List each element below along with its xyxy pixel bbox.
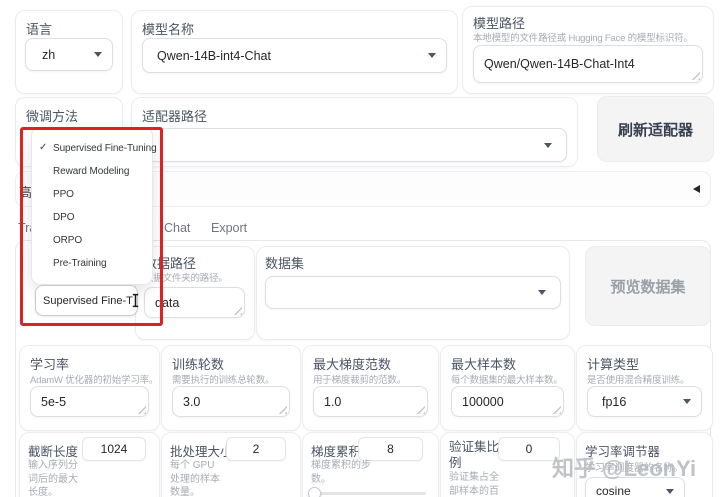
data-dir-description: 数据文件夹的路径。 bbox=[144, 273, 228, 284]
epochs-input[interactable]: 3.0 bbox=[172, 386, 290, 417]
chevron-down-icon bbox=[666, 488, 674, 494]
grad-accum-slider-handle[interactable] bbox=[308, 487, 321, 497]
chevron-down-icon bbox=[428, 53, 436, 58]
language-card: 语言 zh bbox=[15, 10, 123, 94]
chevron-down-icon bbox=[94, 52, 102, 57]
training-stage-options-panel: ✓ Supervised Fine-Tuning Reward Modeling … bbox=[31, 127, 157, 285]
resize-handle-icon[interactable] bbox=[416, 405, 425, 414]
language-value: zh bbox=[42, 47, 56, 62]
max-grad-norm-value: 1.0 bbox=[324, 394, 342, 409]
resize-handle-icon[interactable] bbox=[278, 405, 287, 414]
compute-type-card: 计算类型 是否使用混合精度训练。 fp16 bbox=[576, 345, 713, 431]
max-samples-value: 100000 bbox=[462, 394, 504, 409]
epochs-card: 训练轮数 需要执行的训练总轮数。 3.0 bbox=[161, 345, 301, 431]
data-dir-value: data bbox=[155, 295, 180, 310]
refresh-adapter-button[interactable]: 刷新适配器 bbox=[597, 96, 714, 162]
model-name-value: Qwen-14B-int4-Chat bbox=[157, 48, 271, 63]
max-samples-card: 最大样本数 每个数据集的最大样本数。 100000 bbox=[440, 345, 575, 431]
compute-type-value: fp16 bbox=[602, 394, 627, 409]
val-size-number-input[interactable]: 0 bbox=[498, 437, 560, 461]
lr-scheduler-value: cosine bbox=[596, 484, 631, 497]
val-size-label: 验证集比例 bbox=[449, 440, 500, 470]
tab-export[interactable]: Export bbox=[211, 221, 247, 235]
resize-handle-icon[interactable] bbox=[691, 71, 700, 80]
max-grad-norm-label: 最大梯度范数 bbox=[313, 357, 392, 372]
language-select[interactable]: zh bbox=[25, 38, 113, 71]
batch-size-card: 批处理大小 2 每个 GPU 处理的样本数量。 bbox=[161, 432, 301, 497]
compute-type-label: 计算类型 bbox=[587, 357, 640, 372]
cutoff-len-description: 输入序列分词后的最大长度。 bbox=[28, 460, 78, 497]
data-dir-card: 数据路径 数据文件夹的路径。 data bbox=[135, 246, 255, 340]
option-supervised-fine-tuning[interactable]: ✓ Supervised Fine-Tuning bbox=[32, 142, 157, 154]
model-path-description: 本地模型的文件路径或 Hugging Face 的模型标识符。 bbox=[473, 33, 693, 44]
model-name-card: 模型名称 Qwen-14B-int4-Chat bbox=[131, 10, 458, 94]
finetuning-method-label: 微调方法 bbox=[26, 109, 79, 124]
model-name-select[interactable]: Qwen-14B-int4-Chat bbox=[142, 38, 447, 73]
max-samples-input[interactable]: 100000 bbox=[451, 386, 564, 417]
dataset-card: 数据集 bbox=[256, 246, 570, 340]
max-samples-description: 每个数据集的最大样本数。 bbox=[451, 375, 563, 386]
val-size-description: 验证集占全部样本的百分比。 bbox=[449, 472, 499, 497]
model-path-input[interactable]: Qwen/Qwen-14B-Chat-Int4 bbox=[473, 45, 703, 83]
tab-chat[interactable]: Chat bbox=[164, 221, 190, 235]
adapter-path-select[interactable] bbox=[142, 128, 567, 162]
grad-accum-number-input[interactable]: 8 bbox=[358, 437, 423, 461]
learning-rate-label: 学习率 bbox=[30, 357, 70, 372]
dataset-select[interactable] bbox=[265, 276, 561, 309]
batch-size-description: 每个 GPU 处理的样本数量。 bbox=[170, 460, 220, 497]
preview-dataset-button[interactable]: 预览数据集 bbox=[585, 246, 711, 326]
resize-handle-icon[interactable] bbox=[233, 306, 242, 315]
grad-accum-card: 梯度累积 8 梯度累积的步数。 bbox=[302, 432, 439, 497]
training-stage-input-value: Supervised Fine-T bbox=[43, 294, 133, 307]
learning-rate-input[interactable]: 5e-5 bbox=[30, 386, 149, 417]
check-icon: ✓ bbox=[39, 142, 48, 153]
resize-handle-icon[interactable] bbox=[137, 405, 146, 414]
learning-rate-description: AdamW 优化器的初始学习率。 bbox=[30, 375, 159, 386]
option-ppo[interactable]: PPO bbox=[32, 189, 152, 200]
cutoff-len-label: 截断长度 bbox=[28, 445, 79, 459]
chevron-down-icon bbox=[538, 290, 546, 295]
batch-size-number-input[interactable]: 2 bbox=[226, 437, 286, 461]
compute-type-description: 是否使用混合精度训练。 bbox=[587, 375, 690, 386]
data-dir-input[interactable]: data bbox=[144, 287, 245, 318]
option-orpo[interactable]: ORPO bbox=[32, 235, 152, 246]
adapter-path-card: 适配器路径 bbox=[131, 97, 578, 167]
chevron-down-icon bbox=[683, 399, 691, 404]
model-path-card: 模型路径 本地模型的文件路径或 Hugging Face 的模型标识符。 Qwe… bbox=[462, 6, 714, 94]
max-grad-norm-description: 用于梯度裁剪的范数。 bbox=[313, 375, 407, 386]
epochs-description: 需要执行的训练总轮数。 bbox=[172, 375, 275, 386]
llama-factory-webui: 语言 zh 模型名称 Qwen-14B-int4-Chat 模型路径 本地模型的… bbox=[0, 0, 720, 497]
max-grad-norm-input[interactable]: 1.0 bbox=[313, 386, 428, 417]
grad-accum-slider-track[interactable] bbox=[311, 492, 426, 495]
option-reward-modeling[interactable]: Reward Modeling bbox=[32, 166, 152, 177]
collapse-arrow-icon bbox=[693, 185, 700, 193]
epochs-label: 训练轮数 bbox=[172, 357, 225, 372]
model-path-value: Qwen/Qwen-14B-Chat-Int4 bbox=[484, 57, 635, 71]
watermark: 知乎 @LeonYi bbox=[552, 456, 697, 481]
grad-accum-label: 梯度累积 bbox=[311, 445, 362, 459]
max-samples-label: 最大样本数 bbox=[451, 357, 517, 372]
model-name-label: 模型名称 bbox=[142, 22, 195, 37]
text-cursor-icon bbox=[132, 293, 139, 308]
chevron-down-icon bbox=[544, 142, 552, 148]
epochs-value: 3.0 bbox=[183, 394, 201, 409]
learning-rate-card: 学习率 AdamW 优化器的初始学习率。 5e-5 bbox=[19, 345, 160, 431]
cutoff-len-card: 截断长度 1024 输入序列分词后的最大长度。 bbox=[19, 432, 160, 497]
batch-size-label: 批处理大小 bbox=[170, 445, 233, 459]
resize-handle-icon[interactable] bbox=[552, 405, 561, 414]
option-pre-training[interactable]: Pre-Training bbox=[32, 258, 152, 269]
cutoff-len-number-input[interactable]: 1024 bbox=[82, 437, 146, 461]
option-dpo[interactable]: DPO bbox=[32, 212, 152, 223]
compute-type-select[interactable]: fp16 bbox=[587, 386, 702, 417]
learning-rate-value: 5e-5 bbox=[41, 394, 67, 409]
dataset-label: 数据集 bbox=[265, 256, 305, 271]
training-stage-input[interactable]: Supervised Fine-T bbox=[35, 285, 139, 316]
max-grad-norm-card: 最大梯度范数 用于梯度裁剪的范数。 1.0 bbox=[302, 345, 439, 431]
adapter-path-label: 适配器路径 bbox=[142, 109, 208, 124]
language-label: 语言 bbox=[26, 22, 53, 37]
grad-accum-description: 梯度累积的步数。 bbox=[311, 460, 371, 485]
